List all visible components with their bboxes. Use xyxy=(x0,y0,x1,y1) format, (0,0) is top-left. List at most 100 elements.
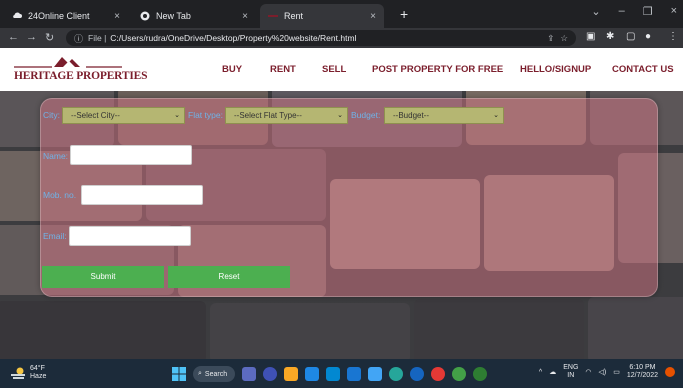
word-icon[interactable] xyxy=(347,367,361,381)
email-input[interactable] xyxy=(69,226,191,246)
close-icon[interactable]: × xyxy=(370,11,376,22)
mobile-label: Mob. no. xyxy=(43,190,77,200)
extensions-puzzle-icon[interactable]: ✱ xyxy=(606,31,614,42)
cloud-icon xyxy=(12,11,22,21)
weather-widget[interactable]: 64°F Haze xyxy=(10,365,46,381)
tab-new-tab[interactable]: New Tab × xyxy=(132,4,256,28)
rent-form-panel: City: --Select City-- ⌄ Flat type: --Sel… xyxy=(40,98,658,297)
edge-icon[interactable] xyxy=(389,367,403,381)
nav-post-property[interactable]: POST PROPERTY FOR FREE xyxy=(372,64,503,75)
chrome-taskbar-icon[interactable] xyxy=(431,367,445,381)
search-label: Search xyxy=(204,370,228,378)
taskbar-search[interactable]: ⌕ Search xyxy=(193,366,235,382)
store-icon[interactable] xyxy=(305,367,319,381)
whatsapp-icon[interactable] xyxy=(473,367,487,381)
weather-temp: 64°F xyxy=(30,365,45,372)
window-controls: ⌄ – ❐ × xyxy=(591,5,677,18)
browser-tab-bar: 24Online Client × New Tab × Rent × + ⌄ –… xyxy=(0,0,683,28)
new-tab-button[interactable]: + xyxy=(400,6,408,22)
tab-label: 24Online Client xyxy=(28,11,90,21)
nav-contact-us[interactable]: CONTACT US xyxy=(612,64,674,75)
name-input[interactable] xyxy=(70,145,192,165)
spotify-icon[interactable] xyxy=(452,367,466,381)
task-view-icon[interactable] xyxy=(242,367,256,381)
profile-avatar-icon[interactable]: ● xyxy=(645,31,651,42)
photos-icon[interactable] xyxy=(368,367,382,381)
volume-icon[interactable]: ◁) xyxy=(599,368,607,376)
city-select[interactable]: --Select City-- ⌄ xyxy=(62,107,185,124)
windows-start-icon[interactable] xyxy=(172,367,186,381)
back-arrow-icon[interactable]: ← xyxy=(8,31,19,43)
heritage-logo[interactable]: HERITAGE PROPERTIES xyxy=(14,52,147,86)
tab-label: New Tab xyxy=(156,11,191,21)
submit-button[interactable]: Submit xyxy=(42,266,164,288)
close-icon[interactable]: × xyxy=(242,11,248,22)
mail-icon[interactable] xyxy=(326,367,340,381)
nav-sell[interactable]: SELL xyxy=(322,64,346,75)
chevron-down-icon: ⌄ xyxy=(174,112,180,119)
name-label: Name: xyxy=(43,151,69,161)
cortana-icon[interactable] xyxy=(410,367,424,381)
chevron-up-icon[interactable]: ^ xyxy=(539,369,542,376)
extension-icon[interactable]: ▣ xyxy=(586,31,595,42)
chrome-icon xyxy=(140,11,150,21)
lang-bottom: IN xyxy=(567,372,575,379)
url-prefix: File | xyxy=(88,33,107,43)
clock[interactable]: 6:10 PM 12/7/2022 xyxy=(627,364,658,380)
tab-24online[interactable]: 24Online Client × xyxy=(4,4,128,28)
flat-type-label: Flat type: xyxy=(188,110,223,120)
lang-top: ENG xyxy=(563,364,579,371)
tab-search-icon[interactable]: ⌄ xyxy=(591,5,600,18)
address-bar-row: ← → ↻ ⓘ File | C:/Users/rudra/OneDrive/D… xyxy=(0,28,683,48)
windows-taskbar: 64°F Haze ⌕ Search ^ ☁ ENG IN ◠ ◁) ▭ 6:1… xyxy=(0,359,683,388)
sidepanel-icon[interactable]: ▢ xyxy=(626,31,635,42)
chevron-down-icon: ⌄ xyxy=(337,112,343,119)
nav-hello-signup[interactable]: HELLO/SIGNUP xyxy=(520,64,591,75)
city-label: City: xyxy=(43,110,60,120)
notification-badge-icon[interactable] xyxy=(665,367,675,377)
onedrive-icon[interactable]: ☁ xyxy=(549,368,556,376)
minimize-button[interactable]: – xyxy=(619,5,625,18)
flat-type-select[interactable]: --Select Flat Type-- ⌄ xyxy=(225,107,348,124)
taskbar-pinned-apps: ⌕ Search xyxy=(172,366,487,382)
page-favicon-icon xyxy=(268,11,278,21)
system-tray: ^ ☁ ENG IN ◠ ◁) ▭ 6:10 PM 12/7/2022 xyxy=(539,364,675,380)
city-select-value: --Select City-- xyxy=(71,111,120,120)
logo-text: HERITAGE PROPERTIES xyxy=(14,70,148,82)
weather-condition: Haze xyxy=(30,373,47,380)
tab-rent[interactable]: Rent × xyxy=(260,4,384,28)
tab-label: Rent xyxy=(284,11,304,21)
email-label: Email: xyxy=(43,231,67,241)
share-icon[interactable]: ⇪ xyxy=(547,33,554,44)
nav-rent[interactable]: RENT xyxy=(270,64,296,75)
search-icon: ⌕ xyxy=(198,370,202,377)
file-explorer-icon[interactable] xyxy=(284,367,298,381)
clock-date: 12/7/2022 xyxy=(626,372,658,379)
budget-select[interactable]: --Budget-- ⌄ xyxy=(384,107,504,124)
bookmark-star-icon[interactable]: ☆ xyxy=(560,33,568,44)
budget-select-value: --Budget-- xyxy=(393,111,430,120)
flat-type-select-value: --Select Flat Type-- xyxy=(234,111,302,120)
url-text: C:/Users/rudra/OneDrive/Desktop/Property… xyxy=(110,33,357,43)
nav-buy[interactable]: BUY xyxy=(222,64,242,75)
url-field[interactable]: ⓘ File | C:/Users/rudra/OneDrive/Desktop… xyxy=(66,30,576,46)
forward-arrow-icon[interactable]: → xyxy=(26,31,37,43)
menu-kebab-icon[interactable]: ⋮ xyxy=(668,31,678,42)
site-header: HERITAGE PROPERTIES BUY RENT SELL POST P… xyxy=(0,48,683,91)
close-window-button[interactable]: × xyxy=(671,5,677,18)
budget-label: Budget: xyxy=(351,110,381,120)
info-icon[interactable]: ⓘ xyxy=(74,32,83,45)
reset-button[interactable]: Reset xyxy=(168,266,290,288)
language-indicator[interactable]: ENG IN xyxy=(563,364,578,380)
chat-icon[interactable] xyxy=(263,367,277,381)
wifi-icon[interactable]: ◠ xyxy=(585,368,591,376)
weather-haze-icon xyxy=(11,367,25,379)
maximize-button[interactable]: ❐ xyxy=(643,5,653,18)
mobile-input[interactable] xyxy=(81,185,203,205)
close-icon[interactable]: × xyxy=(114,11,120,22)
main-content: City: --Select City-- ⌄ Flat type: --Sel… xyxy=(0,91,683,359)
reload-icon[interactable]: ↻ xyxy=(45,31,54,44)
battery-icon[interactable]: ▭ xyxy=(613,368,620,376)
chevron-down-icon: ⌄ xyxy=(493,112,499,119)
house-logo-icon xyxy=(14,57,122,68)
